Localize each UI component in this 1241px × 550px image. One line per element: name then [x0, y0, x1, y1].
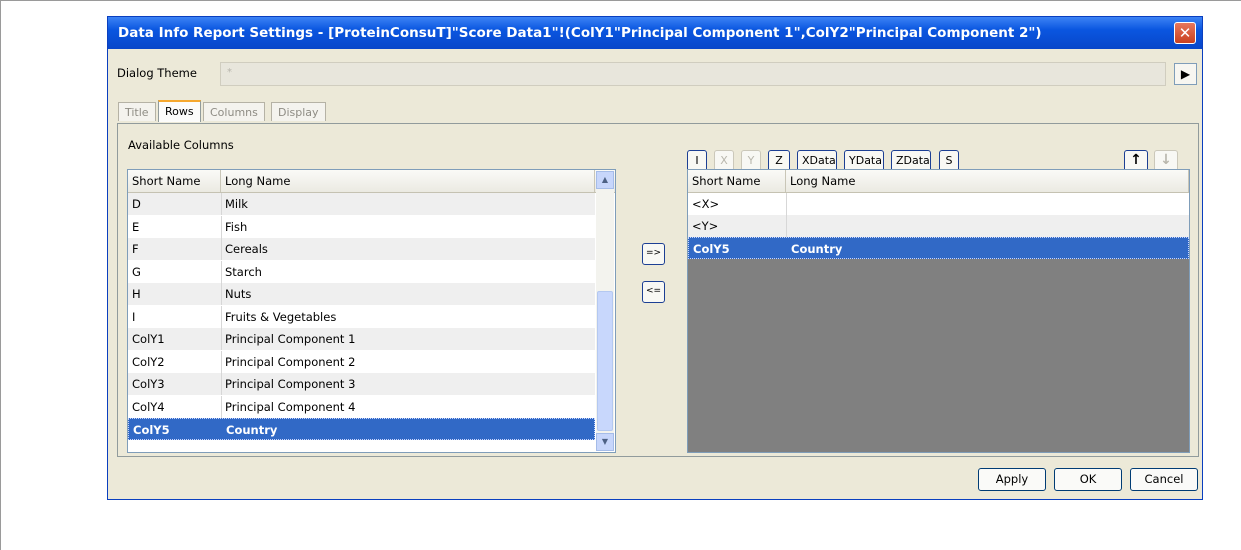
remove-column-button[interactable]: <= [642, 281, 665, 303]
cell-divider [221, 305, 222, 328]
table-row[interactable]: F Cereals [128, 238, 595, 260]
cell-divider [786, 193, 787, 215]
long-name-cell: Principal Component 3 [225, 377, 356, 391]
column-header-long-name[interactable]: Long Name [786, 170, 1189, 192]
short-name-cell: I [132, 309, 136, 324]
cancel-button[interactable]: Cancel [1130, 468, 1198, 491]
grid-header: Short Name Long Name [128, 170, 615, 193]
long-name-cell: Nuts [225, 287, 252, 301]
long-name-cell: Principal Component 2 [225, 354, 356, 369]
short-name-cell: ColY3 [132, 377, 165, 391]
available-columns-grid[interactable]: Short Name Long Name D Milk E Fish F Cereals G… [127, 169, 616, 453]
long-name-cell: Milk [225, 197, 248, 211]
grid-header: Short Name Long Name [688, 170, 1189, 193]
cell-divider [221, 215, 222, 238]
scroll-thumb[interactable] [597, 291, 613, 431]
table-row[interactable]: ColY4 Principal Component 4 [128, 395, 595, 418]
play-arrow-icon: ▶ [1180, 67, 1191, 81]
arrow-up-icon: ↑ [1130, 152, 1142, 168]
close-icon: ✕ [1178, 24, 1192, 42]
long-name-cell: Starch [225, 264, 262, 279]
dialog-theme-label: Dialog Theme [117, 66, 197, 80]
tab-columns[interactable]: Columns [203, 102, 265, 121]
cell-divider [221, 328, 222, 350]
cell-divider [221, 350, 222, 373]
long-name-cell: Country [226, 423, 278, 437]
tab-display[interactable]: Display [271, 102, 326, 121]
tab-rows[interactable]: Rows [158, 100, 201, 122]
table-row[interactable]: ColY5 Country [688, 237, 1189, 259]
column-header-short-name[interactable]: Short Name [688, 170, 786, 192]
long-name-cell: Principal Component 4 [225, 399, 356, 414]
table-row[interactable]: ColY5 Country [128, 418, 595, 440]
table-row[interactable]: ColY2 Principal Component 2 [128, 350, 595, 373]
theme-menu-button[interactable]: ▶ [1174, 63, 1197, 85]
short-name-cell: H [132, 287, 141, 301]
frame-top-border [0, 0, 1241, 1]
table-row[interactable]: I Fruits & Vegetables [128, 305, 595, 328]
short-name-cell: ColY5 [133, 423, 170, 437]
add-column-button[interactable]: => [642, 243, 665, 265]
tab-title[interactable]: Title [118, 102, 156, 121]
scroll-down-button[interactable]: ▼ [596, 433, 614, 451]
cell-divider [786, 215, 787, 237]
frame-left-border [0, 0, 1, 550]
column-header-short-name[interactable]: Short Name [128, 170, 221, 192]
short-name-cell: <X> [692, 197, 720, 211]
apply-button[interactable]: Apply [978, 468, 1046, 491]
cell-divider [221, 373, 222, 395]
title-bar[interactable]: Data Info Report Settings - [ProteinCons… [108, 17, 1202, 49]
long-name-cell: Principal Component 1 [225, 332, 356, 346]
vertical-scrollbar[interactable]: ▲ ▼ [596, 171, 614, 451]
cell-divider [221, 283, 222, 305]
short-name-cell: E [132, 219, 140, 234]
cell-divider [221, 193, 222, 215]
data-info-report-settings-dialog: Data Info Report Settings - [ProteinCons… [107, 16, 1203, 500]
table-row[interactable]: <X> [688, 193, 1189, 215]
long-name-cell: Fish [225, 219, 248, 234]
short-name-cell: F [132, 242, 139, 256]
short-name-cell: ColY4 [132, 399, 165, 414]
chevron-up-icon: ▲ [601, 175, 609, 184]
short-name-cell: ColY1 [132, 332, 165, 346]
long-name-cell: Country [791, 242, 843, 256]
scroll-up-button[interactable]: ▲ [596, 171, 614, 189]
column-header-long-name[interactable]: Long Name [221, 170, 595, 192]
cell-divider [221, 395, 222, 418]
cell-divider [221, 260, 222, 283]
dialog-title: Data Info Report Settings - [ProteinCons… [118, 25, 1042, 41]
short-name-cell: ColY2 [132, 354, 165, 369]
long-name-cell [786, 215, 1189, 237]
table-row[interactable]: E Fish [128, 215, 595, 238]
long-name-cell [786, 193, 1189, 215]
available-columns-label: Available Columns [128, 138, 234, 152]
table-row[interactable]: G Starch [128, 260, 595, 283]
ok-button[interactable]: OK [1054, 468, 1122, 491]
short-name-cell: D [132, 197, 141, 211]
short-name-cell: <Y> [692, 219, 719, 233]
report-rows-grid[interactable]: Short Name Long Name <X> <Y> ColY5 Country [687, 169, 1190, 453]
cell-divider [221, 238, 222, 260]
short-name-cell: G [132, 264, 141, 279]
table-row[interactable]: <Y> [688, 215, 1189, 237]
arrow-down-icon: ↓ [1160, 152, 1172, 168]
chevron-down-icon: ▼ [601, 437, 609, 446]
table-row[interactable]: D Milk [128, 193, 595, 215]
close-button[interactable]: ✕ [1174, 22, 1196, 44]
long-name-cell: Fruits & Vegetables [225, 309, 337, 324]
rows-tab-panel: Available Columns Short Name Long Name D… [117, 123, 1199, 457]
table-row[interactable]: ColY1 Principal Component 1 [128, 328, 595, 350]
table-row[interactable]: ColY3 Principal Component 3 [128, 373, 595, 395]
table-row[interactable]: H Nuts [128, 283, 595, 305]
dialog-theme-combo[interactable]: * [220, 62, 1166, 86]
dialog-theme-value: * [227, 67, 232, 78]
short-name-cell: ColY5 [693, 242, 730, 256]
long-name-cell: Cereals [225, 242, 268, 256]
